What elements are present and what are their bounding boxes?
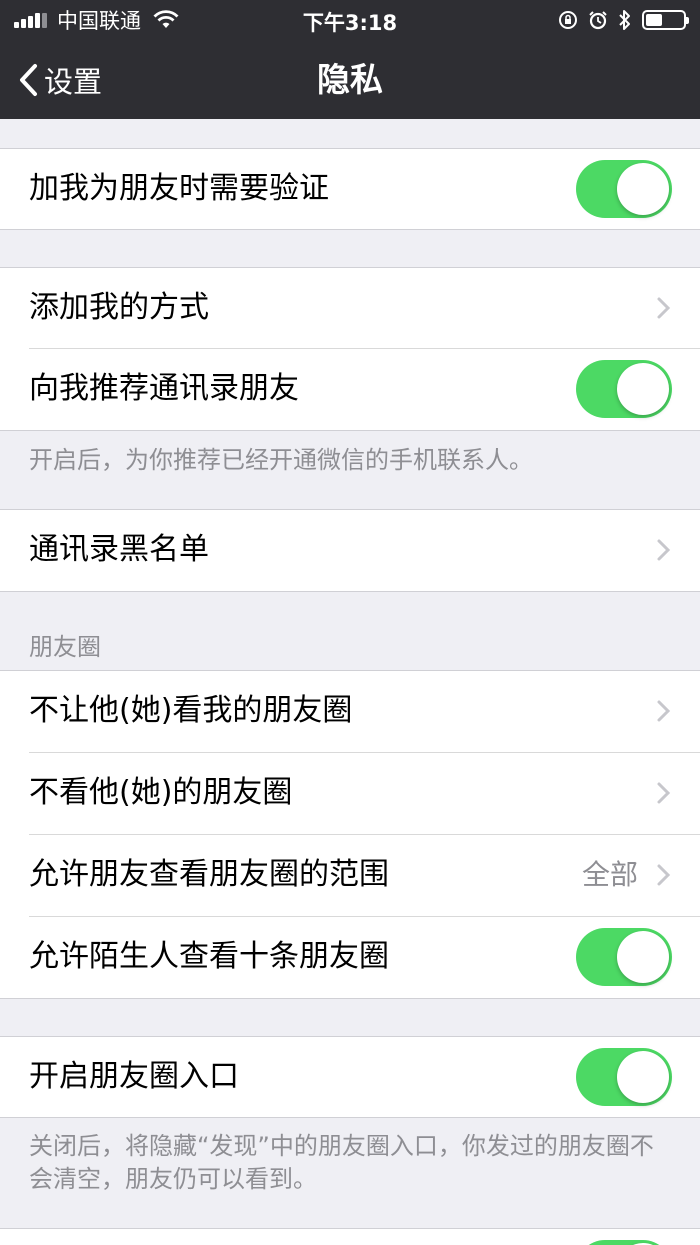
row-recommend-contacts-label: 向我推荐通讯录朋友 <box>29 371 299 406</box>
row-moments-range[interactable]: 允许朋友查看朋友圈的范围 全部 <box>0 835 700 917</box>
status-right <box>548 7 689 33</box>
chevron-right-icon <box>657 539 671 561</box>
divider <box>0 591 700 592</box>
row-hide-moments[interactable]: 不看他(她)的朋友圈 <box>0 753 700 835</box>
chevron-right-icon <box>657 297 671 319</box>
recommend-contacts-toggle[interactable] <box>576 360 672 418</box>
entry-note: 关闭后，将隐藏“发现”中的朋友圈入口，你发过的朋友圈不会清空，朋友仍可以看到。 <box>29 1132 654 1193</box>
row-moments-range-label: 允许朋友查看朋友圈的范围 <box>29 857 389 892</box>
battery-icon <box>642 10 689 30</box>
row-block-view[interactable]: 不让他(她)看我的朋友圈 <box>0 671 700 753</box>
moments-entry-toggle[interactable] <box>576 1048 672 1106</box>
chevron-right-icon <box>657 700 671 722</box>
row-moments-entry: 开启朋友圈入口 <box>0 1037 700 1117</box>
divider <box>0 229 700 230</box>
rotation-lock-icon <box>559 11 577 29</box>
nav-bar: 设置 隐私 <box>0 40 700 119</box>
toggle-knob <box>617 163 669 215</box>
row-blacklist[interactable]: 通讯录黑名单 <box>0 510 700 591</box>
row-block-view-label: 不让他(她)看我的朋友圈 <box>29 693 353 728</box>
row-partial <box>0 1229 700 1245</box>
row-stranger-ten: 允许陌生人查看十条朋友圈 <box>0 917 700 998</box>
divider <box>0 1117 700 1118</box>
row-blacklist-label: 通讯录黑名单 <box>29 532 209 567</box>
verify-toggle[interactable] <box>576 160 672 218</box>
toggle-knob <box>617 1051 669 1103</box>
row-hide-moments-label: 不看他(她)的朋友圈 <box>29 775 293 810</box>
toggle-knob <box>617 363 669 415</box>
status-bar: 中国联通 下午3:18 <box>0 0 700 40</box>
divider <box>0 430 700 431</box>
stranger-ten-toggle[interactable] <box>576 928 672 986</box>
recommend-note: 开启后，为你推荐已经开通微信的手机联系人。 <box>29 446 533 474</box>
chevron-right-icon <box>657 864 671 886</box>
divider <box>0 998 700 999</box>
row-recommend-contacts: 向我推荐通讯录朋友 <box>0 349 700 430</box>
battery-level-fill <box>646 14 662 26</box>
section-header-moments: 朋友圈 <box>29 633 101 661</box>
toggle-knob <box>617 931 669 983</box>
chevron-right-icon <box>657 782 671 804</box>
alarm-icon <box>589 11 607 30</box>
row-verify-label: 加我为朋友时需要验证 <box>29 171 329 206</box>
row-verify: 加我为朋友时需要验证 <box>0 149 700 229</box>
partial-toggle[interactable] <box>576 1240 672 1245</box>
row-moments-entry-label: 开启朋友圈入口 <box>29 1059 239 1094</box>
page-title: 隐私 <box>317 60 383 99</box>
bluetooth-icon <box>619 10 630 30</box>
row-stranger-ten-label: 允许陌生人查看十条朋友圈 <box>29 939 389 974</box>
row-add-methods-label: 添加我的方式 <box>29 290 209 325</box>
moments-range-value: 全部 <box>581 858 638 891</box>
row-add-methods[interactable]: 添加我的方式 <box>0 268 700 349</box>
